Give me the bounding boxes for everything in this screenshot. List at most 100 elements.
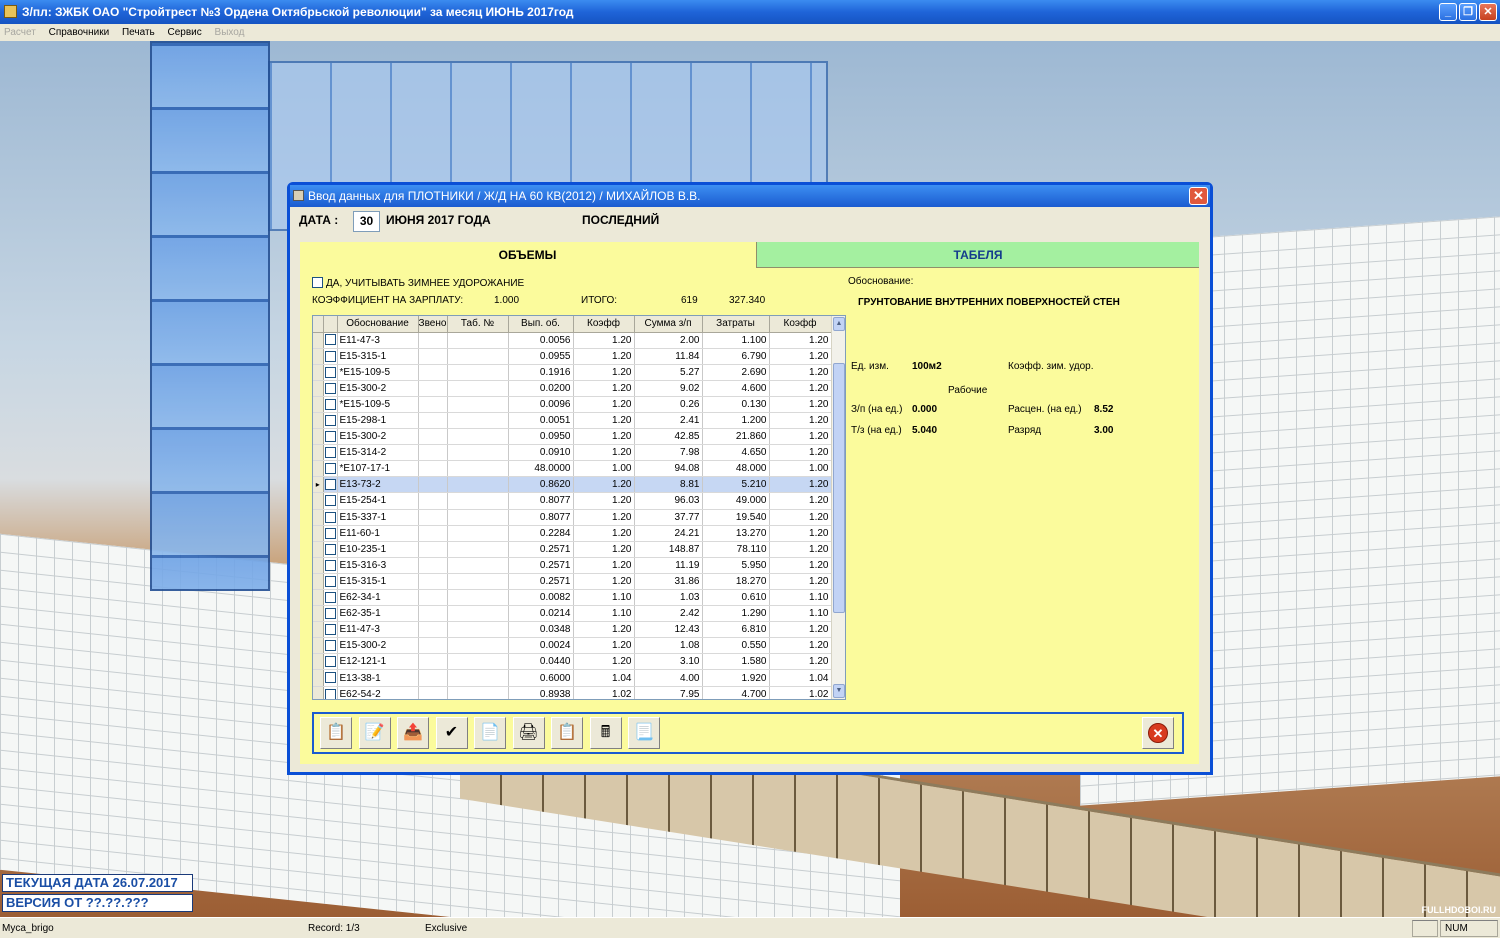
row-checkbox[interactable] <box>324 575 336 587</box>
scroll-down-arrow-icon[interactable]: ▼ <box>833 684 845 698</box>
cell-pay-sum[interactable]: 4.00 <box>634 669 703 687</box>
cell-costs[interactable]: 0.610 <box>702 589 770 607</box>
row-checkbox-cell[interactable] <box>323 444 338 462</box>
row-checkbox[interactable] <box>324 672 336 684</box>
table-row[interactable]: E62-34-1 0.0082 1.10 1.03 0.610 1.10 <box>313 589 832 607</box>
cell-volume[interactable]: 0.0910 <box>508 444 574 462</box>
table-row[interactable]: E15-314-2 0.0910 1.20 7.98 4.650 1.20 <box>313 444 832 462</box>
cell-tabno[interactable] <box>447 428 509 446</box>
row-checkbox[interactable] <box>324 608 336 620</box>
cell-team[interactable] <box>418 396 448 413</box>
table-row[interactable]: ▸ E13-73-2 0.8620 1.20 8.81 5.210 1.20 <box>313 476 832 494</box>
row-indicator[interactable] <box>313 492 324 510</box>
cell-tabno[interactable] <box>447 541 509 558</box>
cell-volume[interactable]: 0.0440 <box>508 653 574 671</box>
cell-coef[interactable]: 1.20 <box>573 541 635 558</box>
cell-basis[interactable]: E15-315-1 <box>337 573 419 591</box>
cell-coef[interactable]: 1.20 <box>573 653 635 671</box>
cell-team[interactable] <box>418 428 448 446</box>
row-indicator[interactable] <box>313 541 324 558</box>
row-checkbox[interactable] <box>324 559 336 571</box>
cell-basis[interactable]: E12-121-1 <box>337 653 419 671</box>
cell-costs[interactable]: 6.810 <box>702 621 770 639</box>
cell-basis[interactable]: E62-54-2 <box>337 686 419 699</box>
menu-raschet[interactable]: Расчет <box>4 27 36 38</box>
cell-basis[interactable]: E13-73-2 <box>337 476 419 494</box>
cell-coef2[interactable]: 1.20 <box>769 525 832 542</box>
cell-costs[interactable]: 1.290 <box>702 605 770 623</box>
grid-header-tabno[interactable]: Таб. № <box>447 316 509 333</box>
cell-coef2[interactable]: 1.20 <box>769 412 832 430</box>
row-checkbox-cell[interactable] <box>323 573 338 591</box>
cell-basis[interactable]: E15-337-1 <box>337 509 419 526</box>
row-checkbox[interactable] <box>324 463 336 475</box>
cell-coef[interactable]: 1.00 <box>573 460 635 478</box>
grid-header-coef2[interactable]: Коэфф <box>769 316 832 333</box>
row-checkbox[interactable] <box>324 511 336 523</box>
row-checkbox[interactable] <box>324 414 336 426</box>
row-checkbox[interactable] <box>324 527 336 539</box>
cell-coef2[interactable]: 1.20 <box>769 444 832 462</box>
cell-team[interactable] <box>418 412 448 430</box>
cell-coef2[interactable]: 1.20 <box>769 492 832 510</box>
cell-costs[interactable]: 5.210 <box>702 476 770 494</box>
close-app-button[interactable]: ✕ <box>1479 3 1497 21</box>
cell-volume[interactable]: 48.0000 <box>508 460 574 478</box>
cell-tabno[interactable] <box>447 396 509 413</box>
table-row[interactable]: E15-300-2 0.0024 1.20 1.08 0.550 1.20 <box>313 637 832 655</box>
cell-costs[interactable]: 2.690 <box>702 364 770 381</box>
cell-pay-sum[interactable]: 1.08 <box>634 637 703 655</box>
row-indicator[interactable] <box>313 444 324 462</box>
cell-coef[interactable]: 1.20 <box>573 428 635 446</box>
menu-pechat[interactable]: Печать <box>122 27 155 38</box>
table-row[interactable]: E15-254-1 0.8077 1.20 96.03 49.000 1.20 <box>313 492 832 510</box>
cell-tabno[interactable] <box>447 686 509 699</box>
cell-coef2[interactable]: 1.04 <box>769 669 832 687</box>
cell-costs[interactable]: 0.550 <box>702 637 770 655</box>
table-row[interactable]: E15-300-2 0.0200 1.20 9.02 4.600 1.20 <box>313 380 832 397</box>
row-checkbox-cell[interactable] <box>323 589 338 607</box>
cell-volume[interactable]: 0.8077 <box>508 509 574 526</box>
cell-pay-sum[interactable]: 11.84 <box>634 348 703 365</box>
scroll-up-arrow-icon[interactable]: ▲ <box>833 317 845 331</box>
cell-basis[interactable]: E11-60-1 <box>337 525 419 542</box>
cell-pay-sum[interactable]: 7.98 <box>634 444 703 462</box>
cell-costs[interactable]: 0.130 <box>702 396 770 413</box>
row-indicator[interactable] <box>313 364 324 381</box>
cell-coef[interactable]: 1.20 <box>573 621 635 639</box>
cell-volume[interactable]: 0.1916 <box>508 364 574 381</box>
table-row[interactable]: E15-298-1 0.0051 1.20 2.41 1.200 1.20 <box>313 412 832 430</box>
row-checkbox[interactable] <box>324 431 336 443</box>
table-row[interactable]: E62-54-2 0.8938 1.02 7.95 4.700 1.02 <box>313 686 832 699</box>
table-row[interactable]: E15-337-1 0.8077 1.20 37.77 19.540 1.20 <box>313 509 832 526</box>
row-checkbox[interactable] <box>324 591 336 603</box>
cell-volume[interactable]: 0.2571 <box>508 541 574 558</box>
cell-team[interactable] <box>418 589 448 607</box>
cell-costs[interactable]: 1.200 <box>702 412 770 430</box>
table-row[interactable]: E11-47-3 0.0348 1.20 12.43 6.810 1.20 <box>313 621 832 639</box>
row-checkbox[interactable] <box>324 334 336 346</box>
cell-team[interactable] <box>418 444 448 462</box>
cell-costs[interactable]: 78.110 <box>702 541 770 558</box>
cell-coef[interactable]: 1.20 <box>573 396 635 413</box>
cell-coef[interactable]: 1.20 <box>573 492 635 510</box>
cell-coef[interactable]: 1.20 <box>573 364 635 381</box>
row-checkbox-cell[interactable] <box>323 492 338 510</box>
row-indicator[interactable] <box>313 605 324 623</box>
cell-volume[interactable]: 0.2571 <box>508 557 574 574</box>
cell-coef2[interactable]: 1.20 <box>769 428 832 446</box>
cell-tabno[interactable] <box>447 348 509 365</box>
day-field[interactable]: 30 <box>353 211 380 232</box>
cell-volume[interactable]: 0.8077 <box>508 492 574 510</box>
cell-pay-sum[interactable]: 148.87 <box>634 541 703 558</box>
grid-scrollbar[interactable]: ▲ ▼ <box>831 316 845 699</box>
copy-record-button[interactable]: 📄 <box>474 717 506 749</box>
cell-costs[interactable]: 5.950 <box>702 557 770 574</box>
cell-costs[interactable]: 1.920 <box>702 669 770 687</box>
table-row[interactable]: E11-47-3 0.0056 1.20 2.00 1.100 1.20 <box>313 332 832 349</box>
cell-tabno[interactable] <box>447 476 509 494</box>
cell-costs[interactable]: 1.100 <box>702 332 770 349</box>
cell-team[interactable] <box>418 525 448 542</box>
row-indicator[interactable] <box>313 428 324 446</box>
cell-coef2[interactable]: 1.20 <box>769 332 832 349</box>
